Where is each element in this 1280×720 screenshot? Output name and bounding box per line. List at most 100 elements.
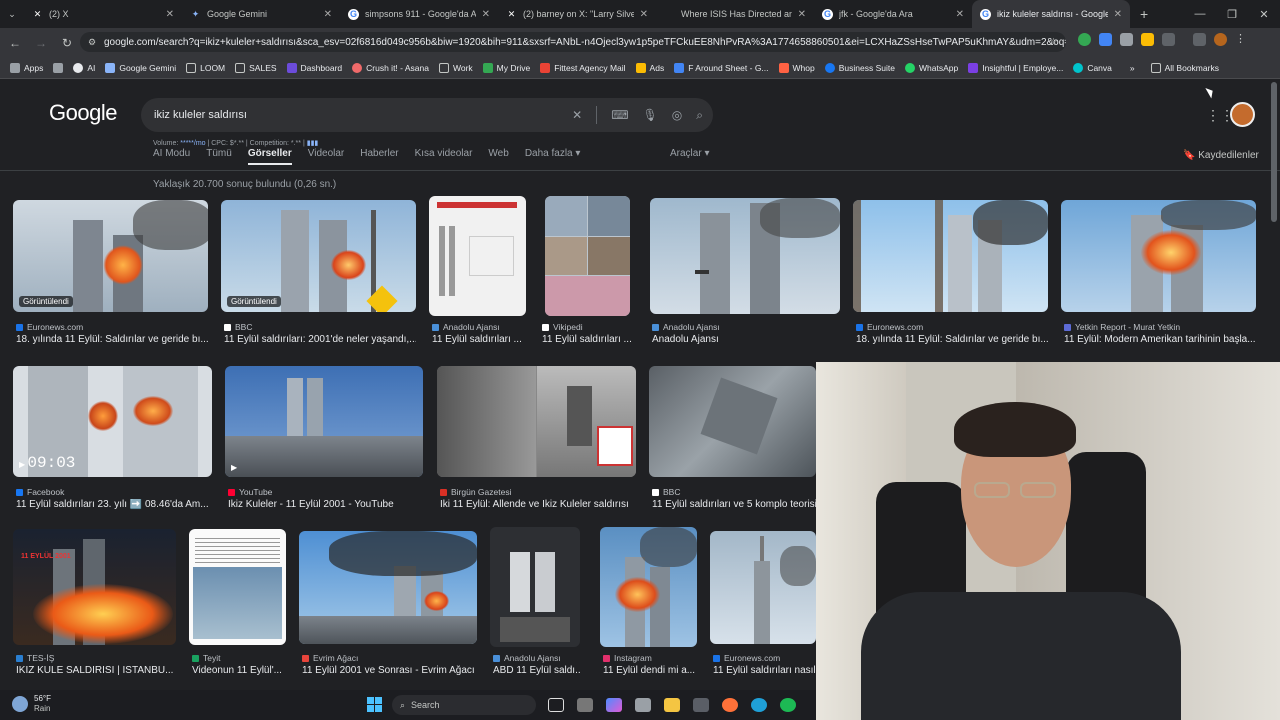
forward-button[interactable]: → [30,36,52,50]
weather-widget[interactable]: 56°F Rain [12,694,51,714]
chart-icon[interactable]: ▮▮▮ [307,140,319,147]
result-title[interactable]: İkiz Kuleler - 11 Eylül 2001 - YouTube [228,499,424,510]
menu-icon[interactable]: ⋮ [1235,33,1248,46]
tab-web[interactable]: Web [488,148,508,165]
tab-more[interactable]: Daha fazla ▾ [525,148,581,165]
bookmark-ai[interactable]: AI [73,62,95,73]
bookmark-dashboard[interactable]: Dashboard [286,62,342,73]
result-source[interactable]: TES-İŞ [16,653,54,663]
tab-search-dropdown[interactable]: ⌄ [0,9,24,20]
more-bookmarks-icon[interactable]: » [1130,63,1135,73]
bookmark-business-suite[interactable]: Business Suite [824,62,895,73]
keyboard-icon[interactable]: ⌨ [611,108,628,122]
tab-jfk[interactable]: Gjfk - Google'da Ara ✕ [814,0,972,28]
result-title[interactable]: 11 Eylül dendi mi a... [603,665,698,676]
result-source[interactable]: Anadolu Ajansı [493,653,561,663]
new-tab-button[interactable]: + [1140,6,1148,22]
bookmark-sheet[interactable]: F Around Sheet - G... [674,62,769,73]
result-source[interactable]: Anadolu Ajansı [432,322,500,332]
result-image[interactable] [299,531,477,644]
result-title[interactable]: ABD 11 Eylül saldı... [493,665,581,676]
all-bookmarks[interactable]: All Bookmarks [1150,62,1219,73]
edge-icon[interactable] [751,698,767,712]
result-image[interactable]: Görüntülendi [13,200,208,312]
result-image[interactable] [189,529,286,645]
camera-icon[interactable] [635,698,651,712]
media-icon[interactable] [1193,33,1206,46]
address-bar[interactable]: ⚙ google.com/search?q=ikiz+kuleler+saldı… [80,32,1066,52]
result-image[interactable] [853,200,1048,312]
result-image[interactable]: ▶ 09:03 [13,366,212,477]
result-image[interactable]: ▶ [225,366,423,477]
close-icon[interactable]: ✕ [166,9,174,20]
result-title[interactable]: Videonun 11 Eylül'... [192,665,286,676]
result-image[interactable]: Görüntülendi [221,200,416,312]
tab-ai-mode[interactable]: AI Modu [153,148,190,165]
bookmark-mail[interactable]: Fittest Agency Mail [540,62,626,73]
result-image[interactable] [600,527,697,647]
result-source[interactable]: YouTube [228,487,272,497]
task-view-icon[interactable] [548,698,564,712]
clear-icon[interactable]: ✕ [572,108,582,122]
result-title[interactable]: 11 Eylül 2001 ve Sonrası - Evrim Ağacı [302,665,480,676]
tab-images[interactable]: Görseller [247,148,292,165]
result-title[interactable]: 11 Eylül saldırıları ... [432,334,527,345]
tab-videos[interactable]: Videolar [308,148,345,165]
bookmark-sales[interactable]: SALES [235,62,277,73]
result-source[interactable]: Evrim Ağacı [302,653,358,663]
result-source[interactable]: Euronews.com [856,322,923,332]
close-icon[interactable]: ✕ [640,9,648,20]
copilot-icon[interactable] [606,698,622,712]
tab-barney[interactable]: ✕ (2) barney on X: "Larry Silverste ✕ [498,0,656,28]
result-source[interactable]: Vikipedi [542,322,583,332]
bookmark-insightful[interactable]: Insightful | Employe... [968,62,1063,73]
result-title[interactable]: 18. yılında 11 Eylül: Saldırılar ve geri… [856,334,1048,345]
avatar[interactable] [1230,102,1255,127]
result-source[interactable]: Euronews.com [713,653,780,663]
tab-simpsons[interactable]: Gsimpsons 911 - Google'da Ara ✕ [340,0,498,28]
result-source[interactable]: Teyit [192,653,220,663]
mic-icon[interactable]: 🎙 [643,108,658,122]
extensions-puzzle-icon[interactable] [1162,33,1175,46]
google-logo[interactable]: Google [49,100,117,126]
result-source[interactable]: Yetkin Report - Murat Yetkin [1064,322,1180,332]
result-title[interactable]: Anadolu Ajansı [652,334,840,345]
result-source[interactable]: BBC [652,487,680,497]
result-image[interactable]: 11 EYLÜL 2001 [13,529,176,645]
bookmark-apps[interactable]: Apps [10,62,43,73]
bookmark-whop[interactable]: Whop [778,62,815,73]
tab-x[interactable]: ✕ (2) X ✕ [24,0,182,28]
tools-button[interactable]: Araçlar ▾ [670,148,709,159]
result-image[interactable] [545,196,630,316]
result-title[interactable]: 11 Eylül saldırıları: 2001'de neler yaşa… [224,334,416,345]
tab-ikiz-kuleler[interactable]: Gikiz kuleler saldırısı - Google'da ✕ [972,0,1130,28]
result-source[interactable]: Birgün Gazetesi [440,487,511,497]
result-source[interactable]: BBC [224,322,252,332]
tab-gemini[interactable]: ✦ Google Gemini ✕ [182,0,340,28]
extension-icon[interactable] [1099,33,1112,46]
extension-icon[interactable] [1120,33,1133,46]
close-icon[interactable]: ✕ [482,9,490,20]
bookmark-gemini[interactable]: Google Gemini [105,62,176,73]
back-button[interactable]: ← [4,36,26,50]
close-icon[interactable]: ✕ [798,9,806,20]
calculator-icon[interactable] [693,698,709,712]
result-image[interactable] [650,198,840,314]
result-title[interactable]: 11 Eylül: Modern Amerikan tarihinin başl… [1064,334,1256,345]
result-source[interactable]: Euronews.com [16,322,83,332]
result-image[interactable] [437,366,636,477]
bookmark-work[interactable]: Work [438,62,473,73]
result-source[interactable]: Instagram [603,653,652,663]
bookmark-grid[interactable] [53,62,64,73]
close-window-button[interactable]: ✕ [1248,0,1280,28]
windows-start-icon[interactable] [367,697,382,712]
close-icon[interactable]: ✕ [1114,9,1122,20]
tab-isis[interactable]: Where ISIS Has Directed and In ✕ [656,0,814,28]
tab-news[interactable]: Haberler [360,148,398,165]
result-title[interactable]: 11 Eylül saldırıları ve 5 komplo teorisi… [652,499,816,510]
bookmark-star-icon[interactable]: ☆ [1049,37,1058,48]
result-image[interactable] [490,527,580,647]
firefox-icon[interactable] [722,698,738,712]
bookmark-drive[interactable]: My Drive [482,62,530,73]
reload-button[interactable]: ↻ [56,36,78,50]
